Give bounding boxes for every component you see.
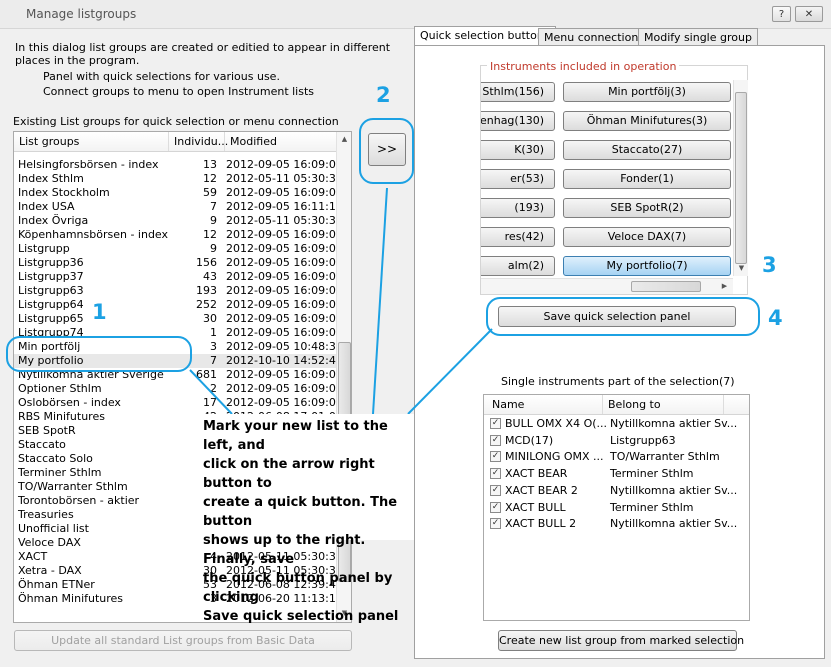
step-1-label: 1 — [92, 300, 107, 324]
arrow-line-to-move-button — [372, 187, 388, 415]
callout-my-portfolio — [6, 336, 192, 372]
step-3-label: 3 — [762, 253, 777, 277]
callout-save-button — [486, 297, 760, 336]
callout-move-button — [359, 118, 414, 184]
step-2-label: 2 — [376, 83, 391, 107]
step-4-label: 4 — [768, 306, 783, 330]
instruction-note: Mark your new list to the left, and clic… — [201, 414, 414, 624]
arrow-line-to-save — [407, 328, 493, 415]
arrow-line-to-list — [189, 369, 233, 415]
